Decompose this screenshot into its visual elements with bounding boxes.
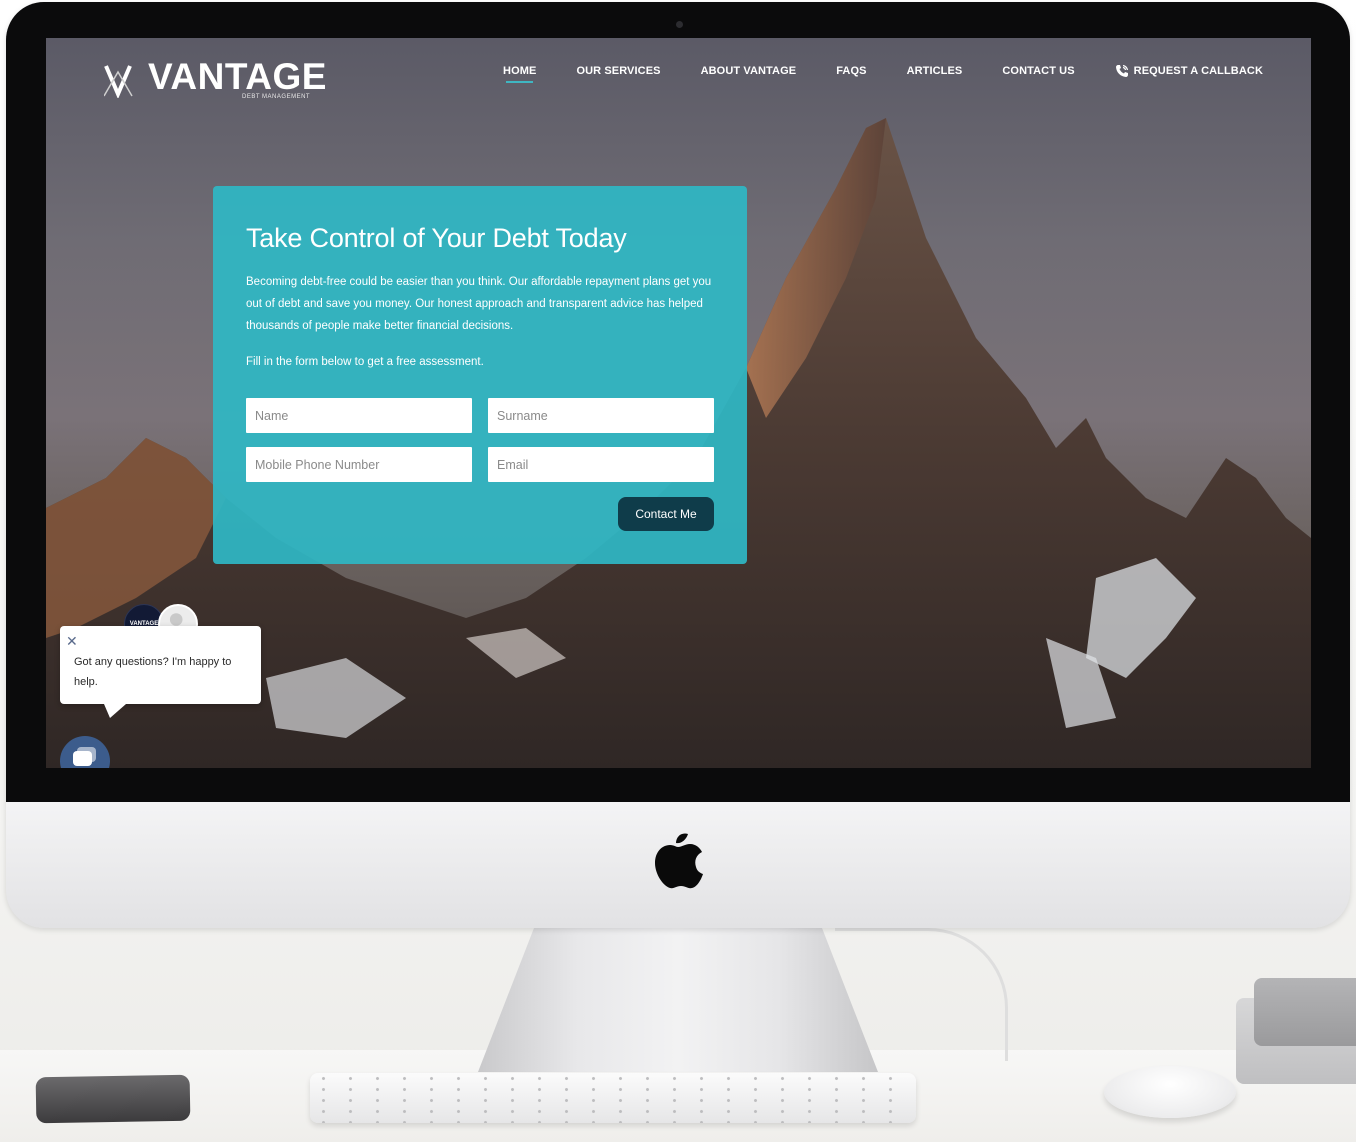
hero-cta-text: Fill in the form below to get a free ass… xyxy=(246,356,484,368)
callback-label: REQUEST A CALLBACK xyxy=(1133,65,1263,77)
chat-message-bubble[interactable]: ✕ Got any questions? I'm happy to help. xyxy=(60,626,261,718)
logo-mark-icon xyxy=(104,65,133,98)
main-nav: HOME OUR SERVICES ABOUT VANTAGE FAQS ART… xyxy=(503,64,1263,83)
hero-title: Take Control of Your Debt Today xyxy=(246,223,627,253)
assessment-form xyxy=(246,398,714,482)
hero-description: Becoming debt-free could be easier than … xyxy=(246,276,712,332)
surname-input[interactable] xyxy=(488,398,714,433)
mouse xyxy=(1104,1066,1236,1118)
nav-faqs[interactable]: FAQS xyxy=(836,65,866,77)
close-icon[interactable]: ✕ xyxy=(66,634,80,648)
apple-logo-icon xyxy=(655,833,703,889)
nav-about-vantage[interactable]: ABOUT VANTAGE xyxy=(701,65,797,77)
hero-form-card: Take Control of Your Debt Today Becoming… xyxy=(213,186,747,564)
camera xyxy=(676,21,683,28)
nav-our-services[interactable]: OUR SERVICES xyxy=(576,65,660,77)
mobile-phone-input[interactable] xyxy=(246,447,472,482)
chat-message-text: Got any questions? I'm happy to help. xyxy=(74,656,232,688)
monitor-cable xyxy=(835,928,1008,1061)
keyboard xyxy=(310,1073,916,1123)
website-screen: VANTAGE DEBT MANAGEMENT HOME OUR SERVICE… xyxy=(46,38,1311,768)
email-input[interactable] xyxy=(488,447,714,482)
phone-icon xyxy=(1115,64,1128,77)
smartphone xyxy=(35,1074,191,1124)
nav-home[interactable]: HOME xyxy=(503,65,536,83)
logo-text: VANTAGE xyxy=(148,56,327,97)
vantage-logo[interactable]: VANTAGE DEBT MANAGEMENT xyxy=(104,58,334,104)
nav-contact-us[interactable]: CONTACT US xyxy=(1002,65,1074,77)
nav-request-callback[interactable]: REQUEST A CALLBACK xyxy=(1115,64,1263,78)
logo-subtitle: DEBT MANAGEMENT xyxy=(242,94,311,100)
contact-me-button[interactable]: Contact Me xyxy=(618,497,714,531)
nav-articles[interactable]: ARTICLES xyxy=(907,65,963,77)
chat-icon xyxy=(73,747,96,766)
name-input[interactable] xyxy=(246,398,472,433)
monitor-stand xyxy=(478,928,878,1072)
book-stack-top xyxy=(1254,978,1356,1046)
